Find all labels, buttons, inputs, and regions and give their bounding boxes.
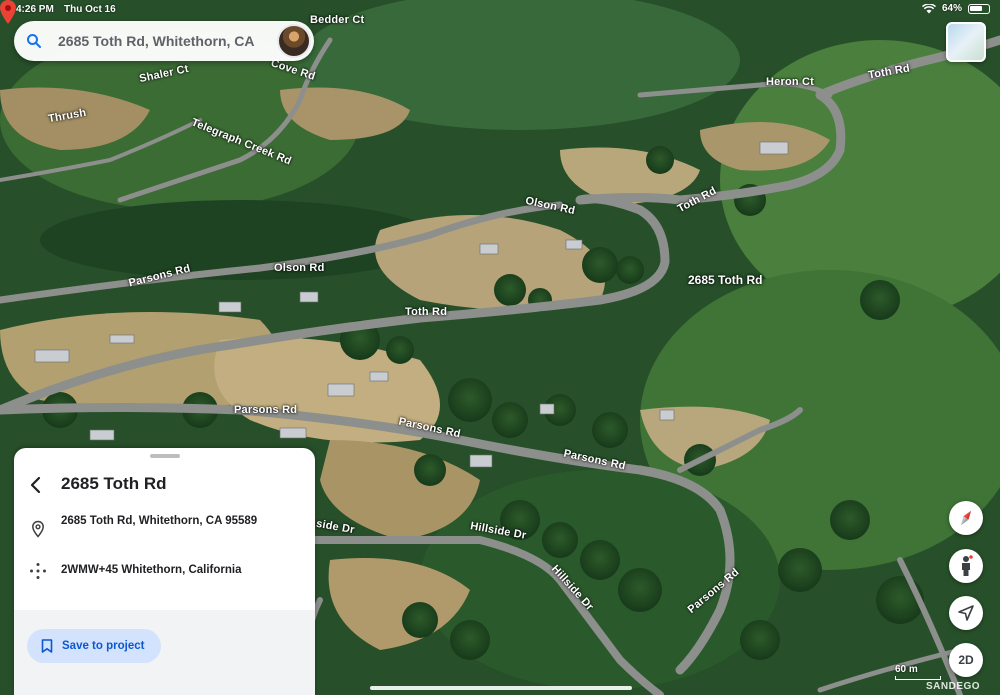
scale-label: 60 m [895,664,918,675]
back-arrow-icon[interactable] [26,475,46,495]
road-label-olson-rd-left: Olson Rd [274,262,325,274]
sheet-drag-handle[interactable] [150,454,180,458]
search-icon [27,34,41,48]
scale-bar: 60 m [895,664,941,680]
status-time: 4:26 PM [16,4,54,15]
plus-code-icon [30,563,46,579]
pin-label: 2685 Toth Rd [688,273,763,287]
layers-button[interactable] [946,22,986,62]
home-indicator[interactable] [370,686,632,690]
save-to-project-label: Save to project [62,640,145,652]
2d-toggle-button[interactable]: 2D [949,643,983,677]
my-location-button[interactable] [949,596,983,630]
sheet-footer: Save to project [14,610,315,695]
battery-percent: 64% [941,3,962,14]
road-label-heron-ct: Heron Ct [766,76,815,88]
location-pin-outline-icon [32,520,44,538]
address-text: 2685 Toth Rd, Whitethorn, CA 95589 [61,515,258,527]
navigation-arrow-icon [958,605,974,621]
compass-icon [960,510,972,526]
plus-code-text: 2WMW+45 Whitethorn, California [61,564,242,576]
status-date: Thu Oct 16 [64,4,116,15]
scale-bar-line [895,676,941,680]
road-label-parsons-rd-center: Parsons Rd [234,404,298,416]
street-view-button[interactable] [949,549,983,583]
watermark: SANDEGO [926,681,981,692]
status-right: 64% [921,3,990,14]
battery-icon [968,3,990,14]
status-bar: 4:26 PM Thu Oct 16 64% [0,0,1000,20]
bookmark-icon [41,639,53,653]
search-query[interactable]: 2685 Toth Rd, Whitethorn, CA [58,33,270,49]
save-to-project-button[interactable]: Save to project [27,629,161,663]
search-bar[interactable]: 2685 Toth Rd, Whitethorn, CA [14,21,314,61]
place-title: 2685 Toth Rd [61,474,167,493]
road-label-toth-rd-center: Toth Rd [405,306,448,318]
pegman-icon [962,555,973,576]
avatar[interactable] [277,24,311,58]
wifi-icon [921,3,936,13]
compass-button[interactable] [949,501,983,535]
place-info-sheet: 2685 Toth Rd 2685 Toth Rd, Whitethorn, C… [14,448,315,695]
